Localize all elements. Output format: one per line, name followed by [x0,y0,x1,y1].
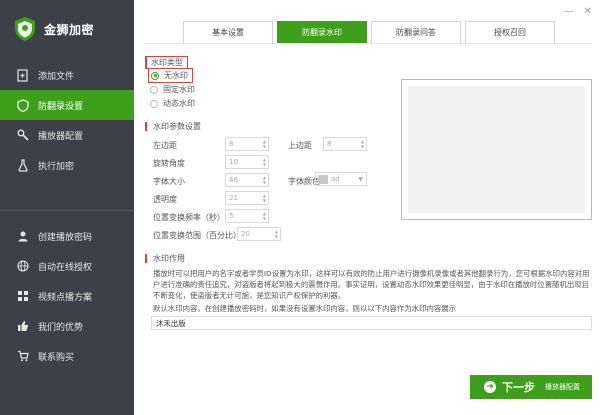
stepper-arrows-icon[interactable]: ▲ ▼ [275,229,278,239]
radio-dynamic-watermark[interactable]: 动态水印 [150,98,195,109]
position-frequency-stepper[interactable]: 5 ▲ ▼ [225,209,269,223]
font-color-select[interactable]: ad ▼ [315,172,367,186]
color-value: ad [331,175,340,183]
left-margin-label: 左边距 [153,141,177,150]
next-step-label: 下一步 [502,381,535,394]
sidebar-item-label: 防翻录设置 [38,101,84,112]
stepper-arrows-icon[interactable]: ▲ ▼ [361,139,364,149]
radio-label: 无水印 [164,71,188,80]
stepper-arrows-icon[interactable]: ▲ ▼ [263,175,266,185]
top-margin-stepper[interactable]: 8 ▲ ▼ [323,137,367,151]
sidebar-item-label: 自动在线授权 [38,262,93,273]
top-margin-label: 上边距 [288,141,312,150]
radio-no-watermark[interactable]: 无水印 [148,68,193,83]
close-button[interactable]: ✕ [584,6,592,17]
position-range-label: 位置变换范围（百分比） [153,231,241,240]
opacity-stepper[interactable]: 21 ▲ ▼ [225,191,269,205]
flask-icon [16,158,30,172]
arrow-right-icon: ➜ [484,381,496,393]
stepper-value: 5 [229,212,234,220]
tab-bar: 基本设置 防翻录水印 防翻录问答 授权召回 [183,21,559,43]
tab-anti-record-qa[interactable]: 防翻录问答 [371,21,461,43]
stepper-arrows-icon[interactable]: ▲ ▼ [263,157,266,167]
stepper-value: 20 [241,230,250,238]
lion-shield-icon [15,17,35,41]
thumbs-up-icon [16,319,30,333]
chevron-down-icon: ▼ [358,175,363,183]
sidebar-item-vod-plan[interactable]: 视频点播方案 [0,281,134,311]
app-logo: 金狮加密 [0,0,134,58]
sidebar-item-label: 视频点播方案 [38,292,93,303]
next-step-sublabel: 播放器配置 [545,383,580,391]
window-controls: — ✕ [564,6,592,17]
radio-button[interactable] [150,85,158,94]
sidebar-item-label: 联系购买 [38,352,75,363]
sidebar-item-advantages[interactable]: 我们的优势 [0,311,134,341]
file-add-icon [16,68,30,82]
sidebar-item-anti-record[interactable]: 防翻录设置 [0,90,134,120]
sidebar-item-label: 播放器配置 [38,131,84,142]
font-size-label: 字体大小 [153,177,185,186]
radio-button[interactable] [150,99,158,108]
sidebar: 金狮加密 添加文件 防翻录设置 播放器配置 执行加密 创建播放密码 自动在线授权… [0,0,134,415]
tab-anti-record-watermark[interactable]: 防翻录水印 [277,21,367,43]
stepper-arrows-icon[interactable]: ▲ ▼ [263,211,266,221]
stepper-value: 8 [229,140,234,148]
preview-canvas [408,86,585,213]
wrench-icon [16,128,30,142]
cart-icon [16,349,30,363]
radio-label: 固定水印 [163,85,195,94]
sidebar-item-label: 我们的优势 [38,322,84,333]
font-size-stepper[interactable]: 46 ▲ ▼ [225,173,269,187]
default-watermark-input[interactable]: 沐禾出版 [151,316,592,330]
user-key-icon [16,229,30,243]
sidebar-item-add-file[interactable]: 添加文件 [0,60,134,90]
sidebar-item-player-config[interactable]: 播放器配置 [0,120,134,150]
rotation-stepper[interactable]: 10 ▲ ▼ [225,155,269,169]
sidebar-item-label: 创建播放密码 [38,232,93,243]
tab-license-recall[interactable]: 授权召回 [465,21,555,43]
next-step-button[interactable]: ➜ 下一步 播放器配置 [470,375,592,399]
radio-fixed-watermark[interactable]: 固定水印 [150,84,195,95]
app-title: 金狮加密 [44,22,95,37]
sidebar-item-auto-auth[interactable]: 自动在线授权 [0,251,134,281]
position-frequency-label: 位置变换频率（秒） [153,213,225,222]
minimize-button[interactable]: — [564,6,574,17]
sidebar-divider [0,210,134,211]
globe-icon [16,259,30,273]
sidebar-item-encrypt[interactable]: 执行加密 [0,150,134,180]
watermark-usage-title: 水印作用 [145,254,185,263]
stepper-value: 10 [229,158,238,166]
rotation-label: 旋转角度 [153,159,185,168]
watermark-usage-description: 播放时可以把用户的名字或者学员ID设置为水印，这样可以有效的防止用户进行摄像机录… [153,269,590,300]
stepper-arrows-icon[interactable]: ▲ ▼ [263,139,266,149]
sidebar-item-contact-purchase[interactable]: 联系购买 [0,341,134,371]
stepper-arrows-icon[interactable]: ▲ ▼ [263,193,266,203]
input-value: 沐禾出版 [156,318,186,328]
watermark-preview [401,79,592,220]
default-watermark-note: 默认水印内容，在创建播放密码时，如果没有设置水印内容，则以以下内容作为水印内容展… [153,304,457,313]
watermark-params-title: 水印参数设置 [145,122,201,131]
opacity-label: 透明度 [153,195,177,204]
radio-label: 动态水印 [163,99,195,108]
grid-icon [16,289,30,303]
stepper-value: 21 [229,194,238,202]
sidebar-item-label: 执行加密 [38,161,75,172]
sidebar-item-create-password[interactable]: 创建播放密码 [0,221,134,251]
color-swatch [318,174,328,184]
radio-button[interactable] [151,71,159,80]
stepper-value: 46 [229,176,238,184]
position-range-stepper[interactable]: 20 ▲ ▼ [237,227,281,241]
left-margin-stepper[interactable]: 8 ▲ ▼ [225,137,269,151]
sidebar-item-label: 添加文件 [38,71,75,82]
tab-basic-settings[interactable]: 基本设置 [183,21,273,43]
shield-icon [16,98,30,112]
stepper-value: 8 [327,140,332,148]
tabs-divider [144,43,592,44]
